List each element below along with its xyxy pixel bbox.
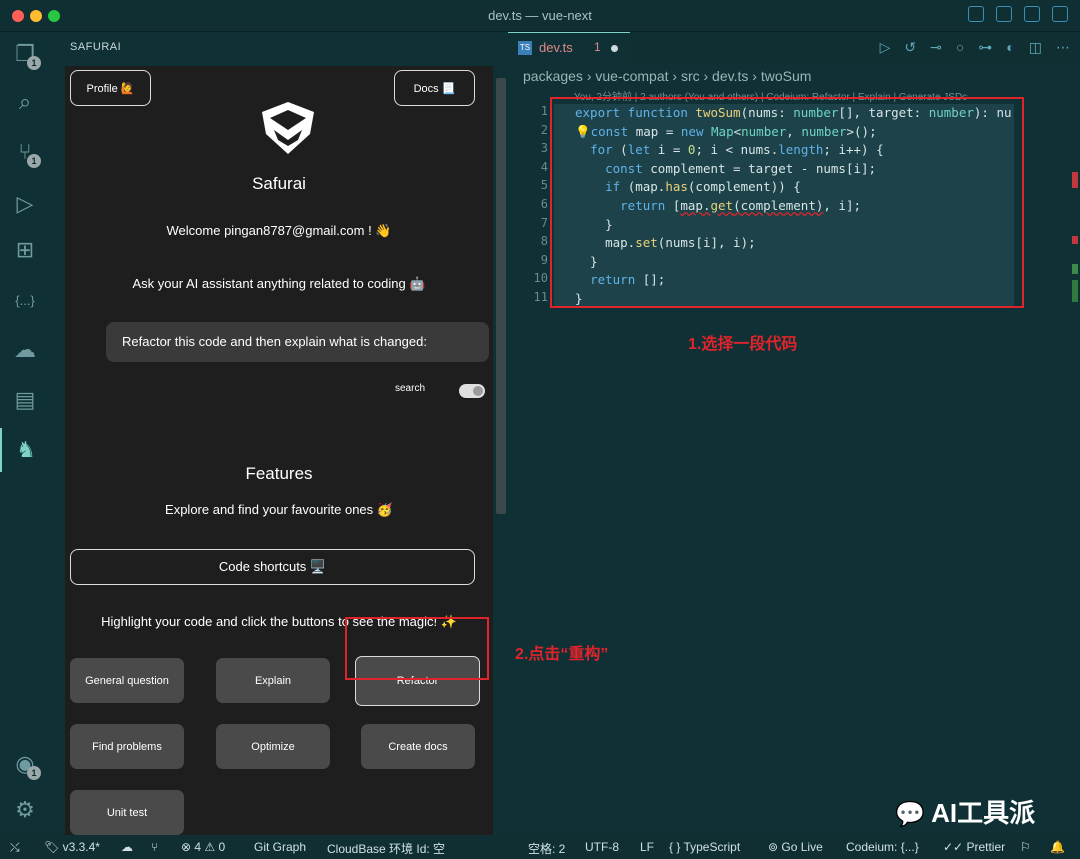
split-editor-icon[interactable]: ◫ <box>1029 39 1042 56</box>
sidebar: SAFURAI Profile 🙋 Docs 📃 Safurai Welcome… <box>50 32 508 835</box>
docs-button[interactable]: Docs 📃 <box>394 70 475 106</box>
features-subtitle: Explore and find your favourite ones 🥳 <box>165 502 393 517</box>
cloud-icon[interactable]: ☁ <box>0 328 50 372</box>
annotation-click-refactor: 2.点击“重构” <box>515 646 609 663</box>
tab-bar: TS dev.ts 1 ▷ ↺ ⊸ ○ ⊶ ◐ ◫ ⋯ <box>508 32 1080 62</box>
wechat-icon: 💬 <box>895 801 925 828</box>
watermark: 💬 AI工具派 <box>895 793 1035 830</box>
annotation-select-code: 1.选择一段代码 <box>688 336 798 353</box>
welcome-text: Welcome pingan8787@gmail.com ! 👋 <box>166 223 392 238</box>
open-changes-icon[interactable]: ◐ <box>1006 39 1014 56</box>
explorer-badge: 1 <box>27 56 41 70</box>
line-number: 3 <box>540 141 548 156</box>
line-number: 4 <box>540 159 548 174</box>
sidebar-title: SAFURAI <box>70 41 122 53</box>
git-next-icon[interactable]: ⊶ <box>978 39 992 56</box>
feedback-icon[interactable]: ⚐ <box>1020 840 1031 854</box>
line-number: 8 <box>540 234 548 249</box>
code-selection-box <box>550 97 1024 308</box>
go-live-status[interactable]: ⊚ Go Live <box>768 840 823 854</box>
customize-layout-icon[interactable] <box>1052 6 1068 22</box>
window-title: dev.ts — vue-next <box>488 8 592 23</box>
remote-icon[interactable]: ⤯ <box>10 840 20 855</box>
account-icon[interactable]: ◉ 1 <box>0 742 50 786</box>
line-number: 2 <box>540 122 548 137</box>
problems-status[interactable]: ⊗ 4 ⚠ 0 <box>181 840 225 854</box>
json-icon[interactable]: {...} <box>0 278 50 322</box>
line-number: 11 <box>533 290 548 304</box>
toggle-sidebar-icon[interactable] <box>968 6 984 22</box>
run-debug-icon[interactable]: ▷ <box>0 182 50 226</box>
line-number: 5 <box>540 178 548 193</box>
unit-test-button[interactable]: Unit test <box>70 790 184 835</box>
line-number: 10 <box>533 271 548 286</box>
toggle-panel-icon[interactable] <box>996 6 1012 22</box>
git-compare-icon[interactable]: ⊸ <box>930 39 942 56</box>
timeline-icon[interactable]: ↺ <box>904 39 916 56</box>
typescript-file-icon: TS <box>518 41 532 55</box>
general-question-button[interactable]: General question <box>70 658 184 703</box>
minimap[interactable] <box>1066 88 1080 388</box>
more-actions-icon[interactable]: ⋯ <box>1056 39 1070 56</box>
codeium-status[interactable]: Codeium: {...} <box>846 840 919 854</box>
code-shortcuts-button[interactable]: Code shortcuts 🖥️ <box>70 549 475 585</box>
source-control-icon[interactable]: ⑂ 1 <box>0 130 50 174</box>
prompt-input[interactable]: Refactor this code and then explain what… <box>106 322 489 362</box>
find-problems-button[interactable]: Find problems <box>70 724 184 769</box>
version-status[interactable]: 🏷 v3.3.4* <box>44 840 100 854</box>
sidebar-scrollbar[interactable] <box>496 78 506 514</box>
git-graph-status[interactable]: Git Graph <box>254 840 306 854</box>
features-title: Features <box>245 464 313 483</box>
breadcrumb[interactable]: packages › vue-compat › src › dev.ts › t… <box>523 68 811 84</box>
version-label: v3.3.4* <box>62 840 100 854</box>
explain-button[interactable]: Explain <box>216 658 330 703</box>
prettier-status[interactable]: ✓✓ Prettier <box>943 840 1005 854</box>
indent-status[interactable]: 空格: 2 <box>528 840 565 857</box>
brand-name: Safurai <box>252 174 306 193</box>
broadcast-icon: ⊚ <box>768 840 782 854</box>
safurai-panel: Profile 🙋 Docs 📃 Safurai Welcome pingan8… <box>65 66 493 835</box>
go-live-label: Go Live <box>781 840 823 854</box>
eol-status[interactable]: LF <box>640 840 654 854</box>
scm-badge: 1 <box>27 154 41 168</box>
profile-button[interactable]: Profile 🙋 <box>70 70 151 106</box>
tab-dev-ts[interactable]: TS dev.ts 1 <box>508 32 630 62</box>
search-icon[interactable]: ⌕ <box>0 80 50 124</box>
tab-problem-count: 1 <box>594 40 601 54</box>
ask-text: Ask your AI assistant anything related t… <box>132 276 426 291</box>
search-toggle-label: search <box>395 383 426 394</box>
account-badge: 1 <box>27 766 41 780</box>
unsaved-dot-icon[interactable] <box>611 45 618 52</box>
search-toggle[interactable] <box>459 384 485 398</box>
activity-bar: ❐ 1 ⌕ ⑂ 1 ▷ ⊞ {...} ☁ ▤ ♞ ◉ 1 ⚙ <box>0 32 50 835</box>
run-icon[interactable]: ▷ <box>880 39 891 56</box>
line-number: 7 <box>540 215 548 230</box>
encoding-status[interactable]: UTF-8 <box>585 840 619 854</box>
refactor-highlight-box <box>345 617 489 680</box>
docker-icon[interactable]: ▤ <box>0 378 50 422</box>
line-number: 9 <box>540 252 548 267</box>
cloudbase-status[interactable]: CloudBase 环境 Id: 空 <box>327 840 445 857</box>
create-docs-button[interactable]: Create docs <box>361 724 475 769</box>
git-branch-icon[interactable]: ⑂ <box>151 840 158 854</box>
extensions-icon[interactable]: ⊞ <box>0 228 50 272</box>
toggle-secondary-sidebar-icon[interactable] <box>1024 6 1040 22</box>
watermark-text: AI工具派 <box>931 798 1036 828</box>
settings-gear-icon[interactable]: ⚙ <box>0 788 50 832</box>
safurai-logo-icon <box>262 102 314 154</box>
sync-icon[interactable]: ☁ <box>121 840 133 854</box>
line-number: 6 <box>540 197 548 211</box>
status-bar: ⤯ 🏷 v3.3.4* ☁ ⑂ ⊗ 4 ⚠ 0 Git Graph CloudB… <box>0 835 1080 859</box>
notifications-bell-icon[interactable]: 🔔 <box>1050 840 1065 854</box>
line-number: 1 <box>540 104 548 118</box>
files-icon[interactable]: ❐ 1 <box>0 32 50 76</box>
git-prev-icon[interactable]: ○ <box>956 39 964 56</box>
safurai-icon[interactable]: ♞ <box>0 428 50 472</box>
optimize-button[interactable]: Optimize <box>216 724 330 769</box>
title-bar: dev.ts — vue-next <box>0 0 1080 32</box>
tab-label: dev.ts <box>539 40 573 55</box>
language-status[interactable]: { } TypeScript <box>669 840 740 854</box>
